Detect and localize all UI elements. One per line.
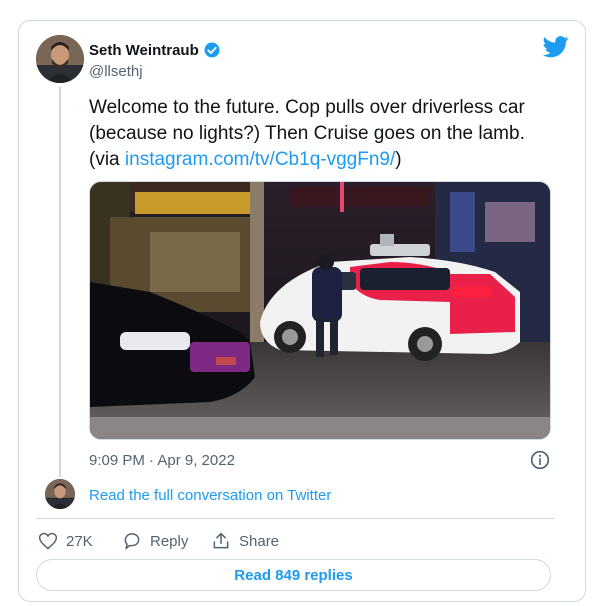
tweet-text: Welcome to the future. Cop pulls over dr…: [89, 95, 559, 173]
read-replies-button[interactable]: Read 849 replies: [36, 559, 551, 591]
tweet-video[interactable]: [89, 181, 551, 440]
like-count: 27K: [66, 532, 93, 550]
tweet-timestamp[interactable]: 9:09 PM · Apr 9, 2022: [89, 452, 235, 469]
info-icon[interactable]: [530, 450, 550, 470]
author-name-text: Seth Weintraub: [89, 41, 199, 59]
reply-button[interactable]: Reply: [122, 531, 188, 551]
conversation-avatar-image: [45, 479, 75, 509]
reply-label: Reply: [150, 532, 189, 550]
tweet-link[interactable]: instagram.com/tv/Cb1q-vggFn9/: [125, 149, 395, 170]
share-icon: [213, 532, 229, 549]
conversation-avatar[interactable]: [45, 479, 75, 509]
like-button[interactable]: 27K: [38, 531, 93, 551]
author-avatar[interactable]: [36, 35, 84, 83]
read-replies-label: Read 849 replies: [234, 566, 353, 584]
share-label: Share: [239, 532, 280, 550]
tweet-card: Seth Weintraub @llsethj Welcome to the f…: [18, 20, 586, 602]
reply-bubble-icon: [124, 533, 140, 550]
author-name[interactable]: Seth Weintraub: [89, 41, 221, 59]
avatar-image: [36, 35, 84, 83]
verified-badge-icon: [204, 42, 220, 58]
author-handle[interactable]: @llsethj: [89, 63, 143, 80]
share-button[interactable]: Share: [211, 531, 279, 551]
read-conversation-link[interactable]: Read the full conversation on Twitter: [89, 487, 331, 504]
video-frame: [90, 182, 550, 439]
thread-line: [59, 87, 61, 477]
twitter-bird-icon[interactable]: [543, 36, 569, 58]
heart-icon: [38, 532, 58, 550]
actions-divider: [36, 518, 554, 519]
tweet-text-end: ): [395, 149, 402, 170]
